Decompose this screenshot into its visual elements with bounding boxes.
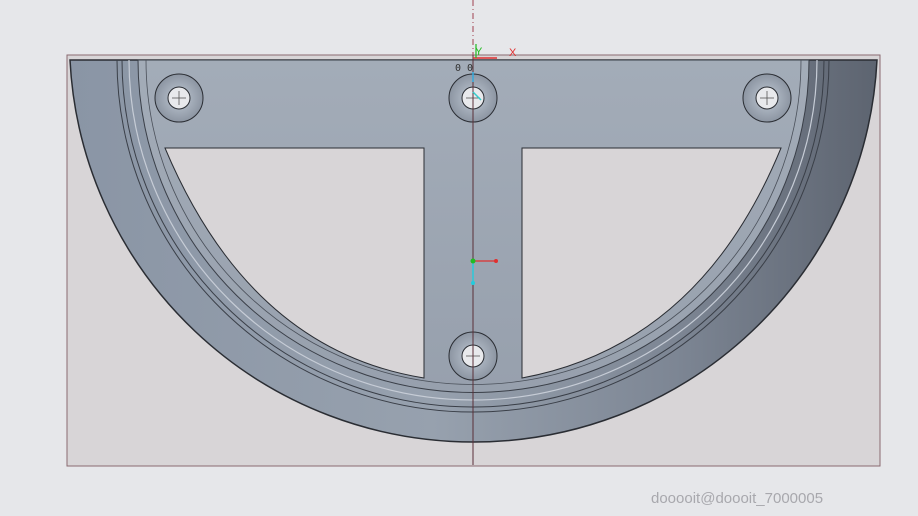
origin-label: 0 0 bbox=[455, 63, 473, 74]
y-axis-label: Y bbox=[475, 46, 483, 58]
bolt-hole-right[interactable] bbox=[742, 73, 792, 123]
bolt-hole-left[interactable] bbox=[154, 73, 204, 123]
cad-viewport[interactable]: Y X 0 0 bbox=[0, 0, 918, 516]
x-axis-label: X bbox=[509, 47, 517, 59]
watermark-text: dooooit@doooit_7000005 bbox=[651, 490, 824, 507]
